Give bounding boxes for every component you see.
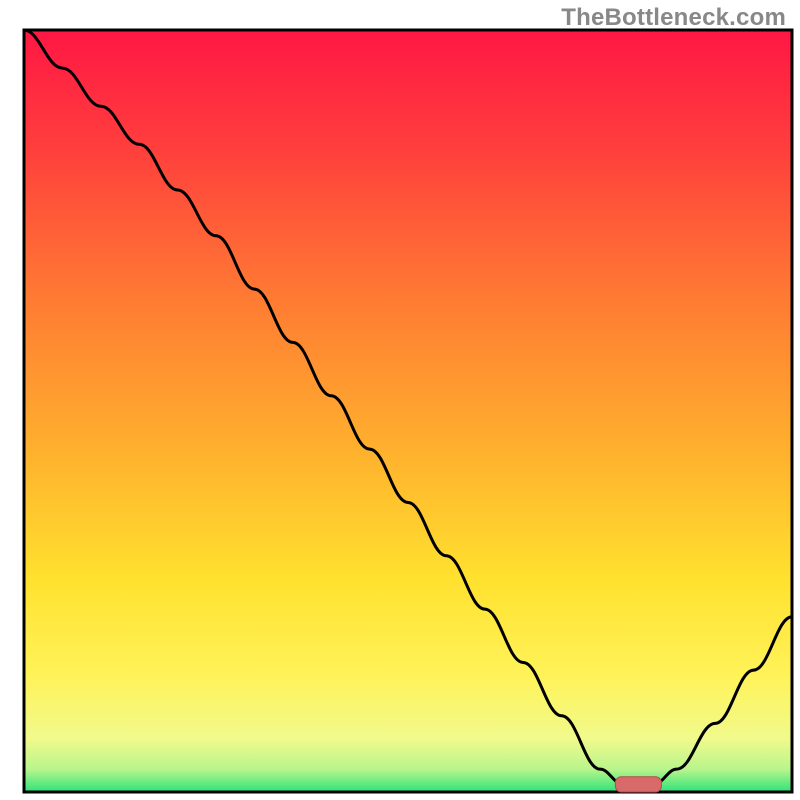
watermark-text: TheBottleneck.com: [561, 4, 786, 32]
optimal-marker: [615, 777, 661, 792]
chart-container: TheBottleneck.com: [0, 0, 800, 800]
bottleneck-chart: [0, 0, 800, 800]
